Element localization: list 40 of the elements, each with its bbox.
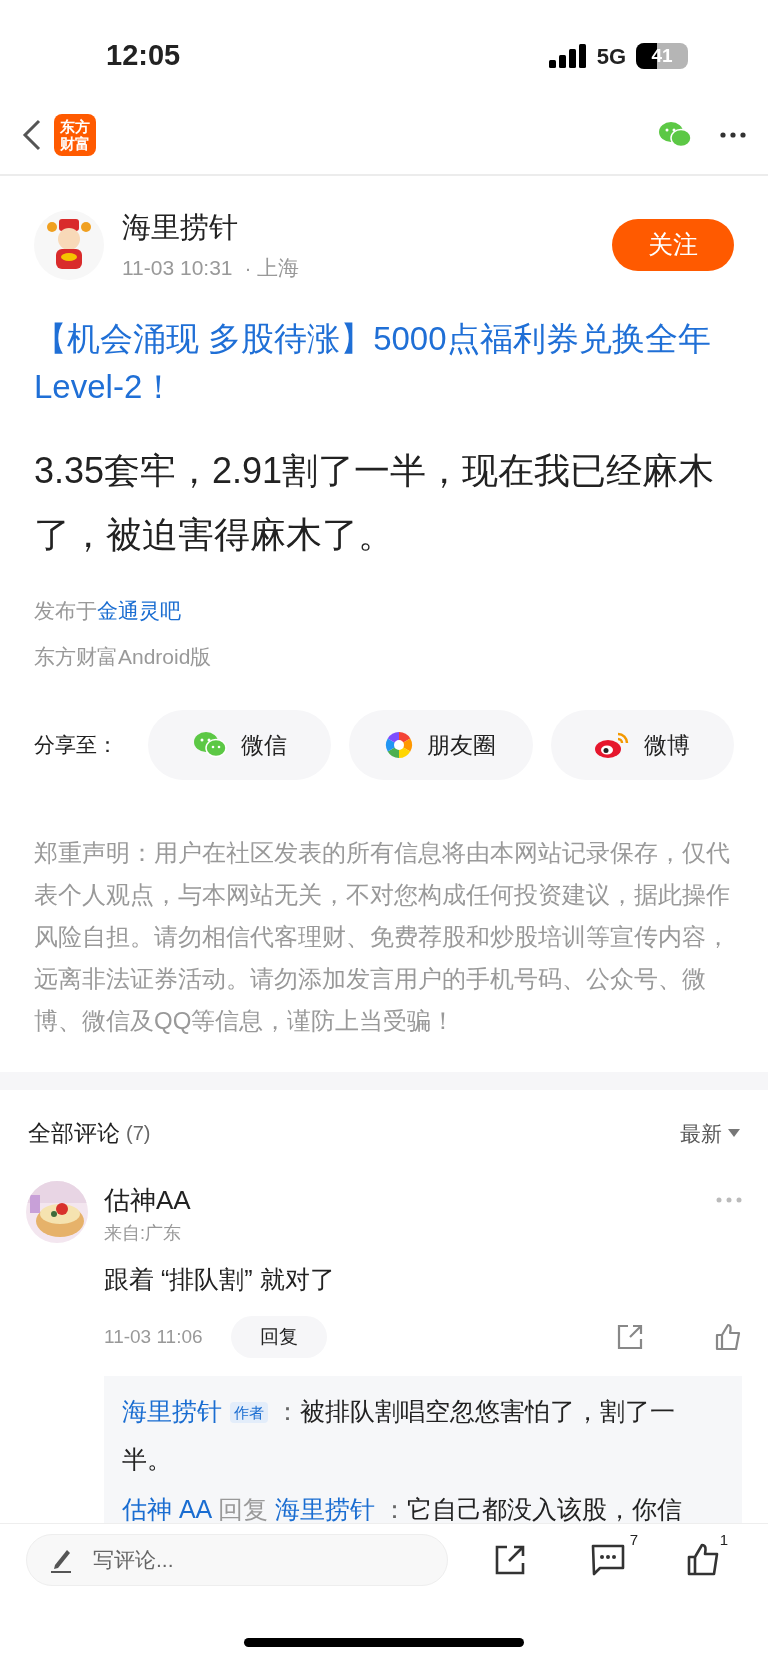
status-time: 12:05 <box>106 38 181 74</box>
share-button[interactable]: 微博 <box>550 710 734 780</box>
comment-input[interactable]: 写评论... <box>26 1533 448 1586</box>
post-title: 【机会涌现 多股待涨】5000点福利券兑换全年Level-2！ <box>33 319 712 407</box>
commenter-name[interactable]: 估神AA <box>104 1180 191 1220</box>
thumbs-up-icon[interactable] <box>714 1323 742 1351</box>
share-button[interactable]: 朋友圈 <box>349 710 533 780</box>
reply-text: 估神 AA 回复 海里捞针 ：它自己都没入该股，你信 <box>122 1494 683 1523</box>
comment-text: 跟着 “排队割” 就对了 <box>104 1263 336 1295</box>
post-location: · 上海 <box>244 254 300 281</box>
reply-text: 海里捞针 作者 ：被排队割唱空忽悠害怕了，割了一半。 <box>122 1396 676 1476</box>
app-logo: 东方 财富 <box>54 114 96 156</box>
reply-button[interactable]: 回复 <box>230 1316 327 1358</box>
comment-time: 11-03 11:06 <box>104 1324 203 1349</box>
more-icon[interactable] <box>720 132 746 138</box>
signal-icon <box>548 44 587 68</box>
comments-count: (7) <box>126 1121 151 1147</box>
commenter-location: 来自:广东 <box>104 1221 182 1245</box>
author-name[interactable]: 海里捞针 <box>122 206 300 250</box>
comment-icon[interactable] <box>590 1542 626 1577</box>
like-count: 1 <box>719 1529 728 1550</box>
comments-title: 全部评论 <box>28 1119 120 1148</box>
network-label: 5G <box>596 42 626 71</box>
forum-link[interactable]: 金通灵吧 <box>97 595 181 627</box>
thumbs-up-icon[interactable] <box>686 1542 720 1577</box>
chat-bubbles-icon <box>192 731 227 759</box>
aperture-icon <box>385 731 414 759</box>
share-icon[interactable] <box>494 1543 526 1576</box>
post-time: 11-03 10:31 <box>122 254 233 281</box>
disclaimer-text: 郑重声明：用户在社区发表的所有信息将由本网站记录保存，仅代表个人观点，与本网站无关，不对您构成任何投资建议，据此操作风险自担。请勿相信代客理财、免费荐股和炒股培训等宣传内容，远离非法证券活动。请勿添加发言用户的手机号码、公众号、微博、微信及QQ等信息，谨防上当受骗！ <box>33 838 731 1036</box>
share-button[interactable]: 微信 <box>148 710 332 780</box>
client-label: 东方财富Android版 <box>33 643 213 670</box>
back-icon[interactable] <box>22 119 42 151</box>
sort-dropdown[interactable]: 最新 <box>680 1117 740 1149</box>
share-label: 分享至： <box>34 732 119 759</box>
comment-count: 7 <box>629 1529 638 1550</box>
post-body: 3.35套牢，2.91割了一半，现在我已经麻木了，被迫害得麻木了。 <box>33 449 716 557</box>
eye-logo-icon <box>594 731 631 759</box>
published-label: 发布于 <box>34 598 97 624</box>
caret-icon <box>728 1129 740 1138</box>
